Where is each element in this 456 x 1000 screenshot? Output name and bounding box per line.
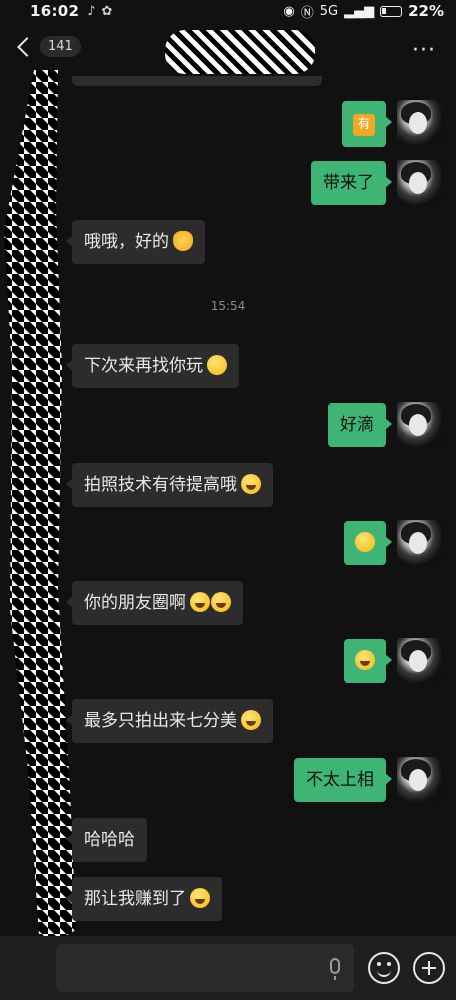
- back-button[interactable]: 141: [14, 36, 81, 57]
- message-bubble[interactable]: 哈哈哈: [66, 818, 147, 862]
- message-outgoing-5[interactable]: [344, 639, 392, 683]
- sticker-you-icon: 有: [353, 114, 375, 136]
- message-bubble[interactable]: [344, 639, 392, 683]
- input-bar: [0, 936, 456, 1000]
- wechat-icon: ✿: [101, 3, 113, 19]
- message-text: 哦哦，好的: [84, 232, 169, 252]
- message-outgoing-6[interactable]: 不太上相: [294, 758, 392, 802]
- message-outgoing-3[interactable]: 好滴: [328, 403, 392, 447]
- tiktok-icon: ♪: [87, 3, 96, 19]
- message-text: 下次来再找你玩: [84, 356, 203, 376]
- timestamp-divider: 15:54: [210, 299, 246, 313]
- message-outgoing-2[interactable]: 带来了: [311, 161, 392, 205]
- more-dots-icon: ···: [412, 38, 436, 63]
- previous-message-bubble: [72, 76, 322, 86]
- message-bubble[interactable]: 下次来再找你玩: [66, 344, 239, 388]
- message-bubble[interactable]: 拍照技术有待提高哦: [66, 463, 273, 507]
- message-incoming-7[interactable]: 那让我赚到了: [66, 877, 222, 921]
- battery-percent: 22%: [408, 2, 444, 20]
- my-avatar[interactable]: [397, 160, 443, 206]
- message-bubble[interactable]: 带来了: [311, 161, 392, 205]
- message-incoming-1[interactable]: 哦哦，好的: [66, 220, 205, 264]
- message-bubble[interactable]: 不太上相: [294, 758, 392, 802]
- microphone-icon[interactable]: [330, 958, 340, 980]
- add-attachment-button[interactable]: [413, 952, 445, 984]
- battery-icon: [380, 5, 403, 17]
- message-bubble[interactable]: 那让我赚到了: [66, 877, 222, 921]
- sticker-emoji-icon: [355, 532, 375, 552]
- message-bubble[interactable]: 哦哦，好的: [66, 220, 205, 264]
- status-time: 16:02: [30, 2, 80, 20]
- message-incoming-2[interactable]: 下次来再找你玩: [66, 344, 239, 388]
- message-bubble[interactable]: 有: [342, 101, 392, 147]
- tears-of-joy-emoji-icon: [211, 592, 231, 612]
- emoji-button[interactable]: [368, 952, 400, 984]
- redacted-avatar-column: [0, 70, 80, 950]
- message-incoming-3[interactable]: 拍照技术有待提高哦: [66, 463, 273, 507]
- my-avatar[interactable]: [397, 100, 443, 146]
- tears-of-joy-emoji-icon: [190, 592, 210, 612]
- nfc-icon: Ⓝ: [300, 5, 314, 21]
- cheeky-emoji-icon: [241, 710, 261, 730]
- unread-count-badge: 141: [40, 36, 81, 57]
- signal-text: 5G: [319, 3, 339, 19]
- tears-of-joy-emoji-icon: [190, 888, 210, 908]
- redacted-chat-title: [165, 30, 315, 74]
- status-right: ◉ Ⓝ 5G ▂▄▆ 22%: [283, 2, 444, 21]
- my-avatar[interactable]: [397, 402, 443, 448]
- chevron-left-icon: [17, 36, 37, 57]
- message-text: 那让我赚到了: [84, 889, 186, 909]
- message-bubble[interactable]: 最多只拍出来七分美: [66, 699, 273, 743]
- message-input[interactable]: [56, 944, 354, 992]
- eye-icon: ◉: [283, 3, 295, 19]
- message-incoming-6[interactable]: 哈哈哈: [66, 818, 147, 862]
- message-outgoing-4[interactable]: [344, 521, 392, 565]
- cheeky-emoji-icon: [241, 474, 261, 494]
- message-bubble[interactable]: 好滴: [328, 403, 392, 447]
- notification-icons: ♪ ✿: [87, 4, 112, 19]
- ok-hand-emoji-icon: [173, 231, 193, 251]
- message-text: 最多只拍出来七分美: [84, 711, 237, 731]
- my-avatar[interactable]: [397, 520, 443, 566]
- message-bubble[interactable]: 你的朋友圈啊: [66, 581, 243, 625]
- sticker-emoji-icon: [355, 650, 375, 670]
- message-incoming-4[interactable]: 你的朋友圈啊: [66, 581, 243, 625]
- my-avatar[interactable]: [397, 757, 443, 803]
- redaction-pattern: [4, 70, 76, 950]
- message-text: 拍照技术有待提高哦: [84, 475, 237, 495]
- signal-icon: ▂▄▆: [344, 3, 375, 19]
- message-incoming-5[interactable]: 最多只拍出来七分美: [66, 699, 273, 743]
- my-avatar[interactable]: [397, 638, 443, 684]
- smile-emoji-icon: [207, 355, 227, 375]
- message-outgoing-1[interactable]: 有: [342, 101, 392, 147]
- status-bar: 16:02 ♪ ✿ ◉ Ⓝ 5G ▂▄▆ 22%: [0, 0, 456, 22]
- more-options-button[interactable]: ···: [412, 38, 436, 63]
- message-bubble[interactable]: [344, 521, 392, 565]
- message-text: 你的朋友圈啊: [84, 593, 186, 613]
- chat-header: 141 ···: [0, 26, 456, 76]
